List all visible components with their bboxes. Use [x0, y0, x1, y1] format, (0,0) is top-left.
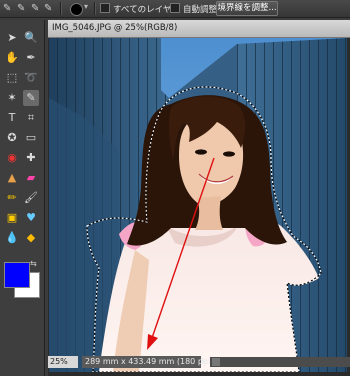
swap-colors-icon[interactable]: ⇆ — [30, 259, 37, 268]
photo — [49, 38, 347, 372]
divider — [60, 2, 62, 15]
foreground-color-swatch[interactable] — [4, 262, 30, 288]
blur-tool-icon[interactable]: 💧 — [4, 230, 20, 246]
auto-enhance-label: 自動調整 — [183, 5, 218, 15]
marquee-tool-icon[interactable]: ⬚ — [4, 70, 20, 86]
horizontal-scrollbar[interactable] — [210, 357, 350, 367]
hand-tool-icon[interactable]: ✋ — [4, 50, 20, 66]
image-canvas[interactable] — [49, 38, 347, 372]
crop-tool-icon[interactable]: ⌗ — [23, 110, 39, 126]
spot-healing-tool-icon[interactable]: ✚ — [23, 150, 39, 166]
checkbox-box[interactable] — [170, 3, 180, 13]
add-to-selection-icon[interactable]: ✎ — [17, 2, 25, 15]
new-selection-icon[interactable]: ✎ — [3, 2, 11, 15]
intersect-selection-icon[interactable]: ✎ — [44, 2, 52, 15]
checkbox-box[interactable] — [100, 3, 110, 13]
eraser-tool-icon[interactable]: ▰ — [23, 170, 39, 186]
options-bar: ✎ ✎ ✎ ✎ ▾ すべてのレイヤー 自動調整 境界線を調整... — [0, 0, 350, 18]
scroll-left-icon[interactable] — [212, 358, 220, 366]
subtract-from-selection-icon[interactable]: ✎ — [31, 2, 39, 15]
clone-stamp-tool-icon[interactable]: ▲ — [4, 170, 20, 186]
chevron-down-icon[interactable]: ▾ — [84, 2, 88, 11]
brush-tool-icon[interactable]: 🖌 — [23, 190, 39, 206]
zoom-tool-icon[interactable]: 🔍 — [23, 30, 39, 46]
straighten-tool-icon[interactable]: ▭ — [23, 130, 39, 146]
move-tool-icon[interactable]: ➤ — [4, 30, 20, 46]
document-title: IMG_5046.JPG @ 25%(RGB/8) — [52, 23, 178, 33]
status-menu-arrow-icon[interactable]: ▶ — [201, 356, 207, 365]
brush-size-icon[interactable] — [70, 3, 83, 16]
cookie-cutter-tool-icon[interactable]: ✪ — [4, 130, 20, 146]
lasso-tool-icon[interactable]: ➰ — [23, 70, 39, 86]
pencil-tool-icon[interactable]: ✏ — [4, 190, 20, 206]
refine-edge-button[interactable]: 境界線を調整... — [216, 1, 278, 16]
divider — [94, 2, 96, 15]
smart-brush-tool-icon[interactable]: ▣ — [4, 210, 20, 226]
document-tab[interactable]: IMG_5046.JPG @ 25%(RGB/8) — [48, 20, 350, 38]
sponge-tool-icon[interactable]: ◆ — [23, 230, 39, 246]
document-size-readout: 289 mm x 433.49 mm (180 ppi) — [82, 356, 213, 368]
shape-tool-icon[interactable]: ♥ — [23, 210, 39, 226]
red-eye-tool-icon[interactable]: ◉ — [4, 150, 20, 166]
quick-selection-tool-icon[interactable]: ✎ — [23, 90, 39, 106]
magic-wand-tool-icon[interactable]: ✶ — [4, 90, 20, 106]
document-window: IMG_5046.JPG @ 25%(RGB/8) — [48, 20, 350, 376]
auto-enhance-checkbox[interactable]: 自動調整 — [170, 3, 218, 15]
eyedropper-tool-icon[interactable]: ✒ — [23, 50, 39, 66]
type-tool-icon[interactable]: T — [4, 110, 20, 126]
zoom-level[interactable]: 25% — [48, 356, 78, 368]
sample-all-layers-checkbox[interactable]: すべてのレイヤー — [100, 3, 180, 15]
toolbox: ➤ 🔍 ✋ ✒ ⬚ ➰ ✶ ✎ T ⌗ ✪ ▭ ◉ ✚ ▲ ▰ ✏ 🖌 ▣ ♥ … — [0, 20, 45, 376]
